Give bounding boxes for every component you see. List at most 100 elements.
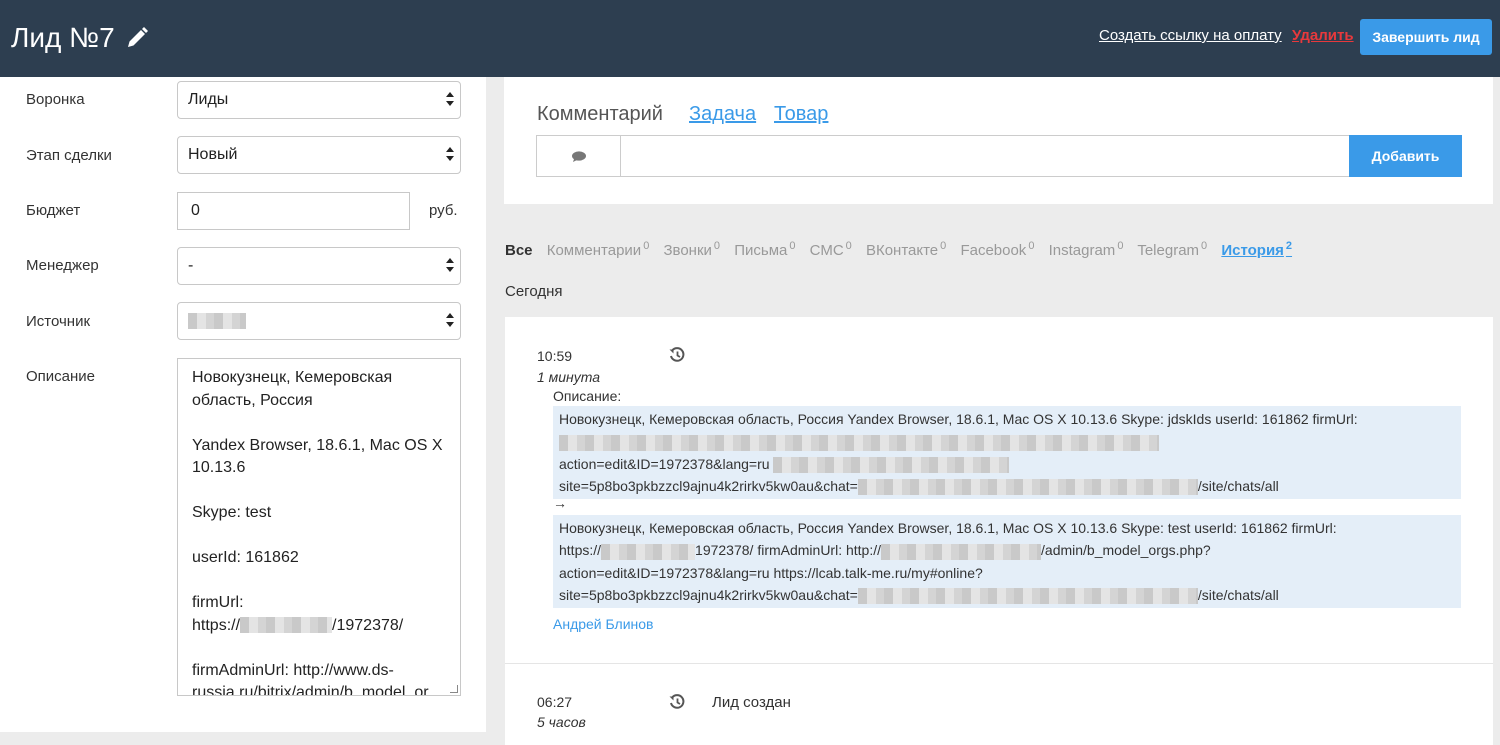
create-payment-link[interactable]: Создать ссылку на оплату xyxy=(1099,27,1282,44)
stage-select[interactable]: Новый xyxy=(177,136,461,174)
budget-input[interactable]: 0 xyxy=(177,192,410,230)
select-arrows-icon xyxy=(446,147,454,163)
filter-label: Звонки xyxy=(663,242,712,259)
resize-handle-icon[interactable] xyxy=(450,685,458,693)
select-arrows-icon xyxy=(446,92,454,108)
filter-count: 0 xyxy=(845,240,852,252)
event-time: 10:59 xyxy=(537,348,573,364)
source-label: Источник xyxy=(26,313,91,330)
filter-telegram[interactable]: Telegram 0 xyxy=(1137,240,1208,259)
redacted-text xyxy=(881,543,1042,560)
event-time: 06:27 xyxy=(537,694,573,710)
new-value-text: 1972378/ firmAdminUrl: http:// xyxy=(695,542,882,559)
change-arrow: → xyxy=(553,495,567,511)
old-value-line: site=5p8bo3pkbzzcl9ajnu4k2rirkv5kw0au&ch… xyxy=(559,475,1455,497)
redacted-text xyxy=(857,479,1198,496)
filter-history[interactable]: История 2 xyxy=(1221,240,1293,259)
funnel-select[interactable]: Лиды xyxy=(177,81,461,119)
filter-comments[interactable]: Комментарии 0 xyxy=(546,240,650,259)
tab-comment[interactable]: Комментарий xyxy=(537,103,663,126)
pencil-icon[interactable] xyxy=(125,26,149,50)
page-title: Лид №7 xyxy=(11,22,149,54)
filter-facebook[interactable]: Facebook 0 xyxy=(960,240,1035,259)
finish-lead-button[interactable]: Завершить лид xyxy=(1360,19,1492,55)
redacted-url xyxy=(240,617,333,634)
date-group-heading: Сегодня xyxy=(505,283,563,300)
add-comment-button[interactable]: Добавить xyxy=(1349,135,1462,177)
description-textarea[interactable]: Новокузнецк, Кемеровская область, Россия… xyxy=(177,358,461,696)
description-line: firmUrl: xyxy=(192,594,244,611)
manager-label: Менеджер xyxy=(26,257,99,274)
old-value-line: Новокузнецк, Кемеровская область, Россия… xyxy=(559,411,1358,427)
new-value-text: /site/chats/all xyxy=(1197,586,1279,603)
filter-sms[interactable]: СМС 0 xyxy=(810,240,852,259)
redacted-text xyxy=(601,543,696,560)
description-label: Описание xyxy=(26,368,96,385)
filter-label: Письма xyxy=(734,242,788,259)
filter-count: 0 xyxy=(789,240,796,252)
new-value-text: https:// xyxy=(559,542,602,559)
description-line: Новокузнецк, Кемеровская область, Россия xyxy=(192,369,393,409)
filter-all[interactable]: Все xyxy=(505,242,533,259)
filter-label: Instagram xyxy=(1048,242,1116,259)
funnel-label: Воронка xyxy=(26,91,85,108)
event-ago: 5 часов xyxy=(537,714,586,730)
redacted-text xyxy=(857,588,1198,605)
filter-label: ВКонтакте xyxy=(865,242,939,259)
stage-label: Этап сделки xyxy=(26,147,112,164)
select-arrows-icon xyxy=(446,313,454,329)
filter-label: Facebook xyxy=(960,242,1027,259)
filter-emails[interactable]: Письма 0 xyxy=(734,240,796,259)
feed-filter-bar: Все Комментарии 0 Звонки 0 Письма 0 СМС 0 ВК… xyxy=(505,240,1302,259)
filter-count: 0 xyxy=(940,240,947,252)
description-firmurl-line: https:// /1972378/ xyxy=(192,615,446,638)
https-prefix: https:// xyxy=(192,616,241,634)
source-select[interactable] xyxy=(177,302,461,340)
author-link[interactable]: Андрей Блинов xyxy=(553,616,654,632)
delete-link[interactable]: Удалить xyxy=(1292,27,1354,44)
event-ago: 1 минута xyxy=(537,369,601,385)
filter-vkontakte[interactable]: ВКонтакте 0 xyxy=(865,240,947,259)
comment-panel: Комментарий Задача Товар Добавить xyxy=(504,77,1493,204)
comment-form: Добавить xyxy=(536,135,1462,177)
stage-select-value: Новый xyxy=(188,146,238,163)
old-value-box: Новокузнецк, Кемеровская область, Россия… xyxy=(553,406,1461,500)
new-value-box: Новокузнецк, Кемеровская область, Россия… xyxy=(553,515,1461,609)
filter-count: 0 xyxy=(1028,240,1035,252)
old-value-line: action=edit&ID=1972378&lang=ru xyxy=(559,453,1455,475)
filter-count: 0 xyxy=(1201,240,1208,252)
filter-instagram[interactable]: Instagram 0 xyxy=(1048,240,1124,259)
manager-select[interactable]: - xyxy=(177,247,461,285)
new-value-line: https:// 1972378/ firmAdminUrl: http:// /a… xyxy=(559,539,1455,561)
filter-calls[interactable]: Звонки 0 xyxy=(663,240,720,259)
new-value-line: Новокузнецк, Кемеровская область, Россия… xyxy=(559,520,1337,536)
filter-count: 2 xyxy=(1285,240,1293,252)
redacted-text xyxy=(773,456,1010,473)
description-line: userId: 161862 xyxy=(192,549,299,566)
filter-label: Комментарии xyxy=(546,242,642,259)
new-value-text: /admin/b_model_orgs.php? xyxy=(1041,542,1211,559)
history-icon xyxy=(669,347,685,362)
budget-label: Бюджет xyxy=(26,202,81,219)
redacted-source xyxy=(188,312,246,329)
new-value-line: action=edit&ID=1972378&lang=ru https://l… xyxy=(559,564,983,581)
history-icon xyxy=(669,694,685,709)
old-value-text: site=5p8bo3pkbzzcl9ajnu4k2rirkv5kw0au&ch… xyxy=(559,477,858,494)
comment-type-addon xyxy=(537,136,621,176)
budget-unit: руб. xyxy=(429,202,458,219)
tab-task[interactable]: Задача xyxy=(689,103,756,126)
history-feed: 10:59 1 минута Описание: Новокузнецк, Ке… xyxy=(505,317,1493,745)
description-line: Yandex Browser, 18.6.1, Mac OS X 10.13.6 xyxy=(192,436,443,477)
old-value-text: action=edit&ID=1972378&lang=ru xyxy=(559,455,770,472)
description-line: Skype: test xyxy=(192,504,272,521)
redacted-text xyxy=(559,434,1159,451)
filter-label: Telegram xyxy=(1137,242,1200,259)
divider xyxy=(505,663,1493,664)
comment-input[interactable] xyxy=(622,136,1349,176)
filter-count: 0 xyxy=(1117,240,1124,252)
event-text: Лид создан xyxy=(712,694,791,711)
redacted-line xyxy=(559,430,1455,452)
filter-count: 0 xyxy=(643,240,650,252)
filter-label: История xyxy=(1221,242,1284,259)
tab-product[interactable]: Товар xyxy=(774,103,828,126)
